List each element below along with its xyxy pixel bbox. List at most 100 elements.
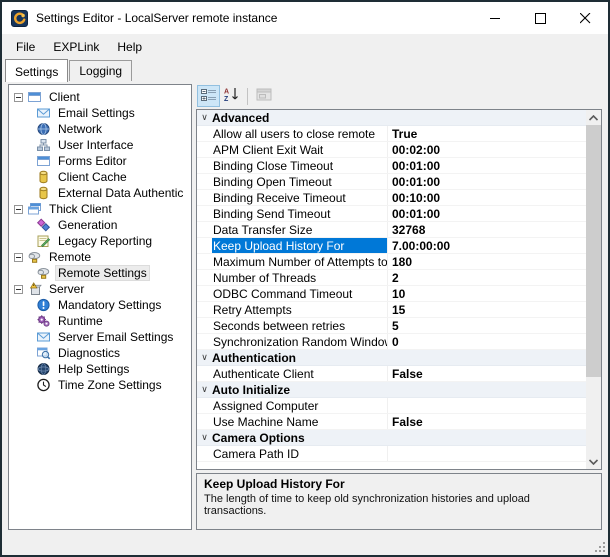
chevron-down-icon[interactable]: ∨ xyxy=(197,433,212,442)
property-row-binding-receive-timeout[interactable]: Binding Receive Timeout00:10:00 xyxy=(197,190,586,206)
property-name[interactable]: Camera Path ID xyxy=(212,446,388,461)
property-value[interactable]: 2 xyxy=(388,270,586,285)
property-name[interactable]: ODBC Command Timeout xyxy=(212,286,388,301)
tab-settings[interactable]: Settings xyxy=(5,59,68,82)
category-authentication[interactable]: ∨Authentication xyxy=(197,350,586,366)
scroll-down-icon[interactable] xyxy=(586,454,601,469)
property-row-keep-upload-history-for[interactable]: Keep Upload History For7.00:00:00 xyxy=(197,238,586,254)
property-name[interactable]: Binding Close Timeout xyxy=(212,158,388,173)
property-value[interactable]: False xyxy=(388,366,586,381)
property-row-maximum-number-of-attempts-to-cre[interactable]: Maximum Number of Attempts to Cre180 xyxy=(197,254,586,270)
tree-item-runtime[interactable]: Runtime xyxy=(9,313,191,329)
property-value[interactable] xyxy=(388,398,586,413)
scrollbar-thumb[interactable] xyxy=(586,125,601,377)
tree-item-time-zone-settings[interactable]: Time Zone Settings xyxy=(9,377,191,393)
tree-item-thick-client[interactable]: Thick Client xyxy=(9,201,191,217)
property-row-camera-path-id[interactable]: Camera Path ID xyxy=(197,446,586,462)
property-row-number-of-threads[interactable]: Number of Threads2 xyxy=(197,270,586,286)
tree-item-network[interactable]: Network xyxy=(9,121,191,137)
property-row-data-transfer-size[interactable]: Data Transfer Size32768 xyxy=(197,222,586,238)
menu-file[interactable]: File xyxy=(7,36,44,58)
property-row-authenticate-client[interactable]: Authenticate ClientFalse xyxy=(197,366,586,382)
scroll-up-icon[interactable] xyxy=(586,110,601,125)
property-row-retry-attempts[interactable]: Retry Attempts15 xyxy=(197,302,586,318)
scrollbar-track[interactable] xyxy=(586,377,601,454)
tree-item-user-interface[interactable]: User Interface xyxy=(9,137,191,153)
categorized-button[interactable] xyxy=(197,85,220,107)
property-value[interactable]: 5 xyxy=(388,318,586,333)
property-value[interactable]: 00:10:00 xyxy=(388,190,586,205)
property-name[interactable]: Synchronization Random Window M xyxy=(212,334,388,349)
tree-item-client[interactable]: Client xyxy=(9,89,191,105)
property-value[interactable] xyxy=(388,446,586,461)
property-row-odbc-command-timeout[interactable]: ODBC Command Timeout10 xyxy=(197,286,586,302)
property-row-binding-close-timeout[interactable]: Binding Close Timeout00:01:00 xyxy=(197,158,586,174)
tree-item-mandatory-settings[interactable]: Mandatory Settings xyxy=(9,297,191,313)
tree-item-email-settings[interactable]: Email Settings xyxy=(9,105,191,121)
collapse-minus-icon[interactable] xyxy=(14,285,23,294)
tree-item-diagnostics[interactable]: Diagnostics xyxy=(9,345,191,361)
property-row-synchronization-random-window-m[interactable]: Synchronization Random Window M0 xyxy=(197,334,586,350)
chevron-down-icon[interactable]: ∨ xyxy=(197,113,212,122)
tree-item-help-settings[interactable]: Help Settings xyxy=(9,361,191,377)
tree-item-server[interactable]: Server xyxy=(9,281,191,297)
tree-item-legacy-reporting[interactable]: Legacy Reporting xyxy=(9,233,191,249)
property-name[interactable]: Binding Send Timeout xyxy=(212,206,388,221)
property-name[interactable]: Allow all users to close remote xyxy=(212,126,388,141)
property-value[interactable]: False xyxy=(388,414,586,429)
category-advanced[interactable]: ∨Advanced xyxy=(197,110,586,126)
property-value[interactable]: 10 xyxy=(388,286,586,301)
tree-item-external-data-authentic[interactable]: External Data Authentic xyxy=(9,185,191,201)
resize-grip[interactable] xyxy=(593,540,605,552)
chevron-down-icon[interactable]: ∨ xyxy=(197,353,212,362)
property-name[interactable]: Authenticate Client xyxy=(212,366,388,381)
category-camera-options[interactable]: ∨Camera Options xyxy=(197,430,586,446)
menu-explink[interactable]: EXPLink xyxy=(44,36,108,58)
collapse-minus-icon[interactable] xyxy=(14,253,23,262)
maximize-icon[interactable] xyxy=(518,2,563,34)
property-name[interactable]: Assigned Computer xyxy=(212,398,388,413)
tree-item-remote-settings[interactable]: Remote Settings xyxy=(9,265,191,281)
tree-item-forms-editor[interactable]: Forms Editor xyxy=(9,153,191,169)
property-name[interactable]: Binding Receive Timeout xyxy=(212,190,388,205)
vertical-scrollbar[interactable] xyxy=(586,110,601,469)
property-value[interactable]: 0 xyxy=(388,334,586,349)
tree-item-server-email-settings[interactable]: Server Email Settings xyxy=(9,329,191,345)
property-value[interactable]: 7.00:00:00 xyxy=(388,238,586,253)
chevron-down-icon[interactable]: ∨ xyxy=(197,385,212,394)
property-row-allow-all-users-to-close-remote[interactable]: Allow all users to close remoteTrue xyxy=(197,126,586,142)
property-value[interactable]: 00:02:00 xyxy=(388,142,586,157)
property-name[interactable]: Data Transfer Size xyxy=(212,222,388,237)
property-row-apm-client-exit-wait[interactable]: APM Client Exit Wait00:02:00 xyxy=(197,142,586,158)
collapse-minus-icon[interactable] xyxy=(14,205,23,214)
property-row-binding-send-timeout[interactable]: Binding Send Timeout00:01:00 xyxy=(197,206,586,222)
property-name[interactable]: Binding Open Timeout xyxy=(212,174,388,189)
property-name[interactable]: Seconds between retries xyxy=(212,318,388,333)
property-value[interactable]: 180 xyxy=(388,254,586,269)
property-value[interactable]: 00:01:00 xyxy=(388,158,586,173)
property-value[interactable]: 00:01:00 xyxy=(388,174,586,189)
menu-help[interactable]: Help xyxy=(108,36,151,58)
property-value[interactable]: 00:01:00 xyxy=(388,206,586,221)
collapse-minus-icon[interactable] xyxy=(14,93,23,102)
property-row-assigned-computer[interactable]: Assigned Computer xyxy=(197,398,586,414)
tab-logging[interactable]: Logging xyxy=(69,60,132,81)
property-name[interactable]: APM Client Exit Wait xyxy=(212,142,388,157)
category-auto-initialize[interactable]: ∨Auto Initialize xyxy=(197,382,586,398)
minimize-icon[interactable] xyxy=(473,2,518,34)
tree-item-generation[interactable]: Generation xyxy=(9,217,191,233)
property-row-use-machine-name[interactable]: Use Machine NameFalse xyxy=(197,414,586,430)
close-icon[interactable] xyxy=(563,2,608,34)
property-name[interactable]: Number of Threads xyxy=(212,270,388,285)
property-value[interactable]: True xyxy=(388,126,586,141)
property-row-binding-open-timeout[interactable]: Binding Open Timeout00:01:00 xyxy=(197,174,586,190)
tree-item-client-cache[interactable]: Client Cache xyxy=(9,169,191,185)
property-name[interactable]: Retry Attempts xyxy=(212,302,388,317)
property-row-seconds-between-retries[interactable]: Seconds between retries5 xyxy=(197,318,586,334)
property-name[interactable]: Keep Upload History For xyxy=(212,238,388,253)
property-value[interactable]: 15 xyxy=(388,302,586,317)
alphabetical-sort-button[interactable]: A Z xyxy=(220,85,243,107)
property-name[interactable]: Maximum Number of Attempts to Cre xyxy=(212,254,388,269)
tree-item-remote[interactable]: Remote xyxy=(9,249,191,265)
property-name[interactable]: Use Machine Name xyxy=(212,414,388,429)
